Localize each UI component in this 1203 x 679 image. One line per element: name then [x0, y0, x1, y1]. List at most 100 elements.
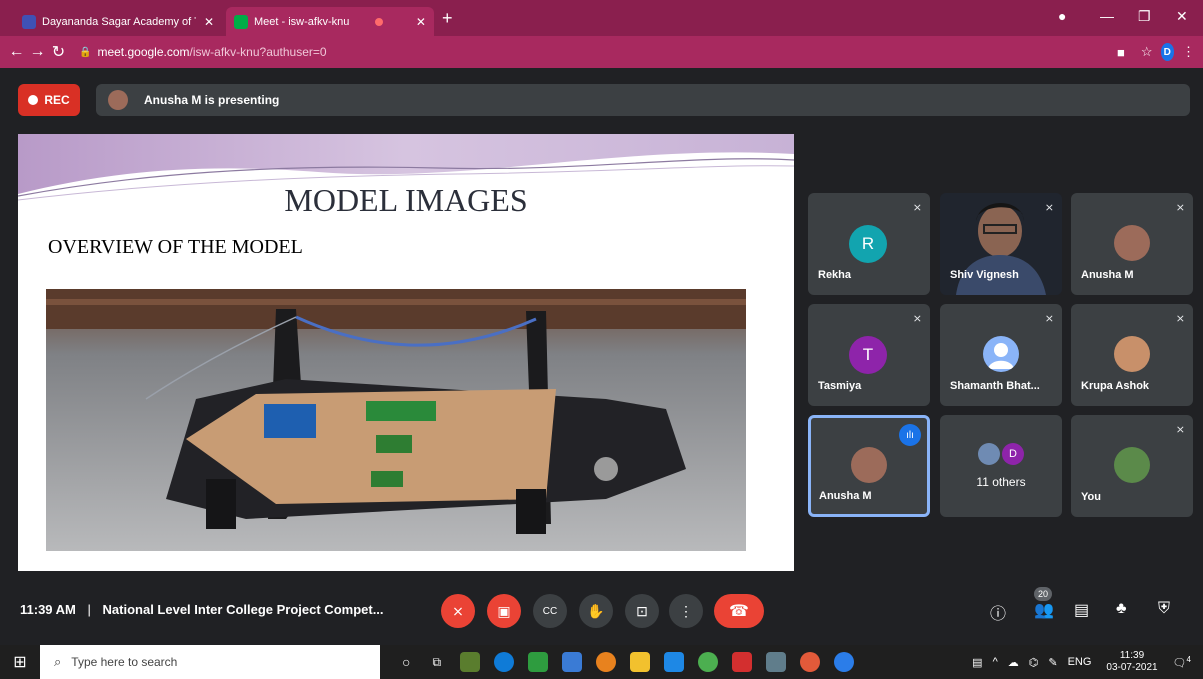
self-photo-avatar	[1114, 447, 1150, 483]
forward-icon[interactable]: →	[27, 43, 48, 61]
present-screen-icon: ⊡	[636, 602, 648, 619]
meeting-details[interactable]: 11:39 AM | National Level Inter College …	[20, 602, 384, 617]
captions-icon: CC	[542, 605, 558, 617]
others-initial-avatar: D	[1002, 443, 1024, 465]
acrobat-icon[interactable]	[732, 652, 753, 672]
chat-icon[interactable]: ▤	[1074, 600, 1089, 620]
clock-time: 11:39	[1119, 650, 1145, 661]
taskbar-search-box[interactable]: ⌕ Type here to search	[40, 645, 380, 679]
language-indicator[interactable]: ENG	[1068, 656, 1092, 668]
host-controls-icon[interactable]: ⛨	[1158, 600, 1170, 618]
participant-tile[interactable]: ⨯ Shamanth Bhat...	[940, 304, 1062, 406]
onedrive-icon[interactable]: ☁	[1008, 656, 1019, 669]
participant-count-badge: 20	[1034, 587, 1052, 601]
participant-tile[interactable]: ⨯ R Rekha	[808, 193, 930, 295]
recording-badge: REC	[18, 84, 80, 116]
notifications-icon[interactable]: 🗨4	[1173, 655, 1191, 670]
slide-title: MODEL IMAGES	[284, 182, 528, 218]
mic-off-icon: ⨯	[1175, 313, 1185, 325]
store-icon[interactable]	[664, 652, 685, 672]
college-favicon-icon	[22, 14, 36, 29]
tab-meet[interactable]: Meet - isw-afkv-knu ✕	[226, 7, 434, 36]
url-field[interactable]: 🔒 meet.google.com /isw-afkv-knu?authuser…	[79, 40, 1109, 64]
more-options-button[interactable]: ⋮	[669, 594, 703, 628]
mic-toggle-button[interactable]: ⨯	[441, 594, 475, 628]
slide-subtitle: OVERVIEW OF THE MODEL	[48, 236, 303, 258]
profile-avatar[interactable]: D	[1160, 43, 1175, 61]
app-icon[interactable]	[460, 652, 481, 672]
chrome-icon[interactable]	[698, 652, 719, 672]
participant-initial-avatar: R	[849, 225, 887, 263]
more-vert-icon: ⋮	[679, 602, 693, 619]
raise-hand-button[interactable]: ✋	[579, 594, 613, 628]
participant-tile[interactable]: ⨯ Anusha M	[1071, 193, 1193, 295]
present-button[interactable]: ⊡	[625, 594, 659, 628]
participant-tile[interactable]: ⨯ T Tasmiya	[808, 304, 930, 406]
chevron-up-icon[interactable]: ^	[993, 656, 998, 668]
recording-indicator-icon	[374, 17, 383, 26]
task-view-icon[interactable]: ⧉	[432, 655, 441, 670]
people-icon[interactable]: 👥	[1034, 600, 1054, 620]
cortana-icon[interactable]: ○	[402, 654, 410, 670]
account-icon[interactable]: ●	[1058, 8, 1066, 24]
browser-tab-bar: Dayananda Sagar Academy of Te ✕ Meet - i…	[0, 0, 1203, 36]
record-dot-icon	[28, 95, 39, 105]
minimize-icon[interactable]: —	[1100, 8, 1114, 24]
app-icon[interactable]	[596, 652, 617, 672]
camera-icon[interactable]: ■	[1117, 45, 1125, 60]
self-tile[interactable]: ⨯ You	[1071, 415, 1193, 517]
mic-off-icon: ⨯	[912, 202, 922, 214]
speaking-indicator-icon: ılı	[899, 424, 921, 446]
meet-favicon-icon	[234, 14, 248, 29]
keyboard-icon[interactable]: ▤	[972, 656, 982, 669]
back-icon[interactable]: ←	[6, 43, 27, 61]
separator: |	[87, 602, 91, 617]
close-icon[interactable]: ✕	[196, 15, 214, 29]
file-explorer-icon[interactable]	[630, 652, 651, 672]
network-icon[interactable]: ⌬	[1029, 656, 1039, 669]
meeting-title: National Level Inter College Project Com…	[102, 602, 384, 617]
model-photo	[46, 289, 746, 551]
camera-off-icon: ▣	[497, 602, 511, 619]
edge-icon[interactable]	[494, 652, 515, 672]
search-placeholder: Type here to search	[71, 655, 178, 669]
participant-name: Anusha M	[1081, 269, 1134, 281]
participant-initial-avatar: T	[849, 336, 887, 374]
presenting-text: Anusha M is presenting	[144, 93, 280, 107]
participant-tile[interactable]: ⨯ Shiv Vignesh	[940, 193, 1062, 295]
taskbar-clock[interactable]: 11:39 03-07-2021	[1106, 650, 1157, 674]
activities-icon[interactable]: ♣	[1116, 600, 1127, 618]
url-path: /isw-afkv-knu?authuser=0	[189, 45, 327, 59]
tab-title: Meet - isw-afkv-knu	[254, 15, 350, 28]
pen-icon[interactable]: ✎	[1048, 656, 1057, 669]
participant-tile-speaking[interactable]: ılı Anusha M	[808, 415, 930, 517]
meeting-info-icon[interactable]: ⓘ	[990, 600, 1006, 624]
captions-button[interactable]: CC	[533, 594, 567, 628]
mic-off-icon: ⨯	[912, 313, 922, 325]
chrome-icon[interactable]	[800, 652, 821, 672]
presenting-banner: Anusha M is presenting	[96, 84, 1190, 116]
windows-taskbar: ⊞ ⌕ Type here to search ○ ⧉ ▤ ^ ☁ ⌬ ✎ EN…	[0, 645, 1203, 679]
meeting-time: 11:39 AM	[20, 602, 76, 617]
camera-toggle-button[interactable]: ▣	[487, 594, 521, 628]
close-window-icon[interactable]: ✕	[1176, 8, 1188, 25]
tab-dayananda[interactable]: Dayananda Sagar Academy of Te ✕	[14, 7, 222, 36]
rec-label: REC	[44, 93, 70, 107]
participant-tile[interactable]: ⨯ Krupa Ashok	[1071, 304, 1193, 406]
dropbox-icon[interactable]	[562, 652, 583, 672]
others-tile[interactable]: D 11 others	[940, 415, 1062, 517]
hand-icon: ✋	[587, 602, 605, 619]
participant-name: Rekha	[818, 269, 852, 281]
restore-icon[interactable]: ❐	[1138, 8, 1151, 25]
menu-dots-icon[interactable]: ⋮	[1182, 44, 1195, 60]
leave-call-button[interactable]: ☎	[714, 594, 764, 628]
app-icon[interactable]	[766, 652, 787, 672]
bookmark-star-icon[interactable]: ☆	[1141, 44, 1153, 60]
url-host: meet.google.com	[97, 45, 190, 59]
app-icon[interactable]	[528, 652, 549, 672]
reload-icon[interactable]: ↻	[48, 42, 69, 62]
close-icon[interactable]: ✕	[408, 15, 426, 29]
app-icon[interactable]	[834, 652, 855, 672]
new-tab-icon[interactable]: +	[442, 8, 453, 29]
windows-start-icon[interactable]: ⊞	[0, 652, 40, 672]
